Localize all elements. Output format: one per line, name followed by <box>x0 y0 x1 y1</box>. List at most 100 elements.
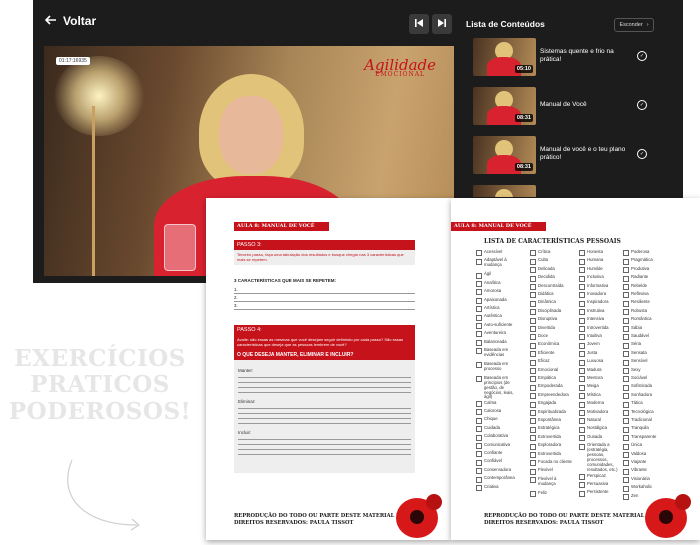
trait-checkbox-item[interactable]: Baseada em evidências <box>476 347 521 358</box>
trait-checkbox-item[interactable]: Artística <box>476 305 521 313</box>
trait-checkbox-item[interactable]: Baseada em processo <box>476 361 521 372</box>
checkbox-icon[interactable] <box>530 393 536 400</box>
trait-checkbox-item[interactable]: Culta <box>530 257 575 265</box>
checkbox-icon[interactable] <box>579 351 585 358</box>
checkbox-icon[interactable] <box>476 281 482 288</box>
checkbox-icon[interactable] <box>579 359 585 366</box>
checkbox-icon[interactable] <box>623 443 629 450</box>
trait-checkbox-item[interactable]: Sexy <box>623 367 668 374</box>
trait-checkbox-item[interactable]: Luxuosa <box>579 358 624 366</box>
trait-checkbox-item[interactable]: Extrovertida <box>530 434 575 442</box>
checkbox-icon[interactable] <box>579 250 585 257</box>
checkbox-icon[interactable] <box>476 476 482 483</box>
trait-checkbox-item[interactable]: Mentora <box>579 375 624 383</box>
checkbox-icon[interactable] <box>623 418 629 425</box>
checkbox-icon[interactable] <box>530 309 536 316</box>
trait-checkbox-item[interactable]: Comunicativa <box>476 442 521 449</box>
checkbox-icon[interactable] <box>476 442 482 449</box>
trait-checkbox-item[interactable]: Balanceada <box>476 339 521 346</box>
checkbox-icon[interactable] <box>476 362 482 369</box>
checkbox-icon[interactable] <box>530 376 536 383</box>
trait-checkbox-item[interactable]: Exploradora <box>530 442 575 450</box>
trait-checkbox-item[interactable]: Perspicaz <box>579 473 624 480</box>
checkbox-icon[interactable] <box>623 300 629 307</box>
checkbox-icon[interactable] <box>530 258 536 265</box>
trait-checkbox-item[interactable]: Tecnológica <box>623 409 668 416</box>
trait-checkbox-item[interactable]: Conservadora <box>476 467 521 475</box>
checkbox-icon[interactable] <box>530 443 536 450</box>
trait-checkbox-item[interactable]: Confiável <box>476 458 521 466</box>
trait-checkbox-item[interactable]: Empoderada <box>530 383 575 391</box>
checkbox-icon[interactable] <box>623 258 629 265</box>
trait-checkbox-item[interactable]: Mística <box>579 392 624 400</box>
trait-checkbox-item[interactable]: Persistente <box>579 489 624 497</box>
checkbox-icon[interactable] <box>623 401 629 408</box>
trait-checkbox-item[interactable]: Honesta <box>579 249 624 257</box>
checkbox-icon[interactable] <box>476 314 482 321</box>
checkbox-icon[interactable] <box>579 482 585 489</box>
checkbox-icon[interactable] <box>530 317 536 324</box>
trait-checkbox-item[interactable]: Dinâmica <box>530 299 575 307</box>
trait-checkbox-item[interactable]: Humana <box>579 257 624 265</box>
trait-checkbox-item[interactable]: Chique <box>476 416 521 424</box>
checkbox-icon[interactable] <box>579 409 585 416</box>
trait-checkbox-item[interactable]: Apaixonada <box>476 297 521 304</box>
trait-checkbox-item[interactable]: Visionária <box>623 476 668 484</box>
trait-checkbox-item[interactable]: Calorosa <box>476 408 521 416</box>
trait-checkbox-item[interactable]: Colaborativa <box>476 433 521 441</box>
checkbox-icon[interactable] <box>623 384 629 391</box>
checkbox-icon[interactable] <box>476 272 482 279</box>
checkbox-icon[interactable] <box>530 250 536 257</box>
trait-checkbox-item[interactable]: Decidida <box>530 274 575 282</box>
checkbox-icon[interactable] <box>530 275 536 282</box>
checkbox-icon[interactable] <box>530 292 536 299</box>
checkbox-icon[interactable] <box>476 417 482 424</box>
checkbox-icon[interactable] <box>530 468 536 475</box>
trait-checkbox-item[interactable]: Intuitiva <box>579 333 624 341</box>
checkbox-icon[interactable] <box>530 426 536 433</box>
checkbox-icon[interactable] <box>623 351 629 358</box>
trait-checkbox-item[interactable]: Sensível <box>623 358 668 366</box>
checkbox-icon[interactable] <box>623 309 629 316</box>
trait-checkbox-item[interactable]: Flexível à mudança <box>530 476 575 487</box>
trait-checkbox-item[interactable]: Flexível <box>530 467 575 475</box>
trait-checkbox-item[interactable]: Justa <box>579 350 624 358</box>
checkbox-icon[interactable] <box>579 275 585 282</box>
trait-checkbox-item[interactable]: Ágil <box>476 271 521 279</box>
checkbox-icon[interactable] <box>579 367 585 374</box>
checkbox-icon[interactable] <box>530 491 536 498</box>
trait-checkbox-item[interactable]: Feliz <box>530 490 575 498</box>
trait-checkbox-item[interactable]: Aventureira <box>476 330 521 338</box>
trait-checkbox-item[interactable]: Saudável <box>623 333 668 341</box>
lesson-item[interactable]: 08:31 Manual de você e o teu plano práti… <box>473 136 653 174</box>
trait-checkbox-item[interactable]: Radiante <box>623 274 668 282</box>
checkbox-icon[interactable] <box>623 376 629 383</box>
trait-checkbox-item[interactable]: Orientada a (estratégia, pessoas, proces… <box>579 442 624 473</box>
checkbox-icon[interactable] <box>579 401 585 408</box>
trait-checkbox-item[interactable]: Auto-suficiente <box>476 322 521 330</box>
trait-checkbox-item[interactable]: Delicada <box>530 266 575 274</box>
trait-checkbox-item[interactable]: Inspiradora <box>579 299 624 307</box>
checkbox-icon[interactable] <box>623 292 629 299</box>
checkbox-icon[interactable] <box>623 250 629 257</box>
trait-checkbox-item[interactable]: Eficiente <box>530 350 575 358</box>
checkbox-icon[interactable] <box>623 460 629 467</box>
checkbox-icon[interactable] <box>476 468 482 475</box>
checkbox-icon[interactable] <box>476 289 482 296</box>
checkbox-icon[interactable] <box>579 490 585 497</box>
checkbox-icon[interactable] <box>476 331 482 338</box>
checkbox-icon[interactable] <box>579 384 585 391</box>
checkbox-icon[interactable] <box>476 434 482 441</box>
trait-checkbox-item[interactable]: Focada no cliente <box>530 459 575 467</box>
trait-checkbox-item[interactable]: Espiritualizada <box>530 409 575 416</box>
checkbox-icon[interactable] <box>623 435 629 442</box>
checkbox-icon[interactable] <box>579 426 585 433</box>
checkbox-icon[interactable] <box>530 267 536 274</box>
trait-checkbox-item[interactable]: Estratégica <box>530 425 575 433</box>
checkbox-icon[interactable] <box>476 339 482 346</box>
trait-checkbox-item[interactable]: Introvertida <box>579 325 624 332</box>
trait-checkbox-item[interactable]: Pragmática <box>623 257 668 265</box>
trait-checkbox-item[interactable]: Rebelde <box>623 283 668 290</box>
trait-checkbox-item[interactable]: Romântica <box>623 316 668 324</box>
checkbox-icon[interactable] <box>623 485 629 492</box>
